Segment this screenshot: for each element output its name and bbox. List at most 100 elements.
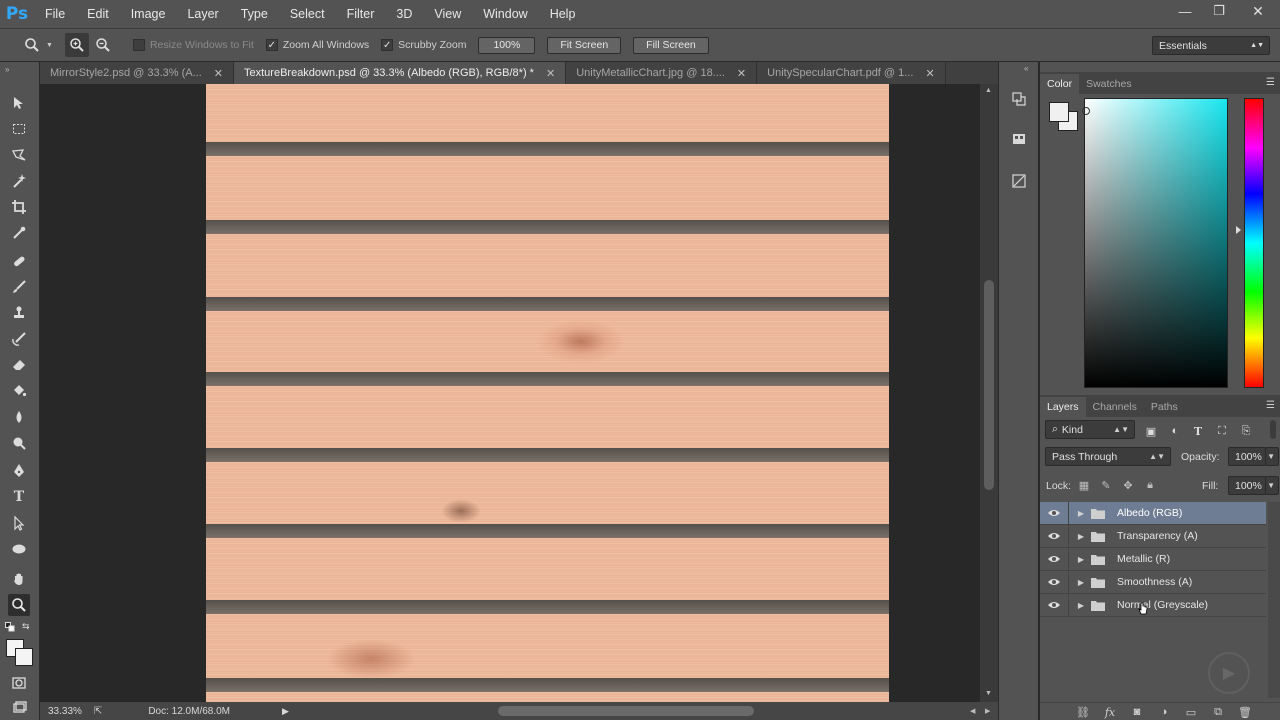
filter-smart-object-icon[interactable]: ⎘ [1238, 423, 1254, 439]
lock-all-icon[interactable]: 🔒︎ [1142, 477, 1158, 493]
tab-swatches[interactable]: Swatches [1079, 74, 1139, 94]
scrubby-zoom-checkbox[interactable]: ✓ Scrubby Zoom [381, 39, 466, 51]
history-panel-icon[interactable] [1008, 88, 1030, 110]
export-icon[interactable]: ⇱ [94, 706, 102, 717]
workspace-select[interactable]: Essentials ▲▼ [1152, 36, 1270, 55]
filter-adjustment-icon[interactable]: ◐ [1167, 423, 1183, 439]
marquee-icon[interactable] [8, 118, 30, 140]
menu-image[interactable]: Image [120, 0, 177, 28]
new-layer-icon[interactable]: ⧉ [1210, 705, 1226, 719]
dodge-icon[interactable] [8, 432, 30, 454]
expand-arrow-icon[interactable]: ▶ [1073, 601, 1089, 610]
vertical-scrollbar[interactable]: ▲ ▼ [980, 84, 998, 702]
eye-icon[interactable] [1040, 531, 1068, 541]
color-field[interactable] [1082, 98, 1228, 388]
color-picker-ring[interactable] [1082, 107, 1090, 115]
tab-mirrorstyle[interactable]: MirrorStyle2.psd @ 33.3% (A... ✕ [40, 62, 234, 84]
zoom-tool-preset-icon[interactable] [20, 33, 44, 57]
filter-pixel-icon[interactable]: ▣ [1143, 423, 1159, 439]
new-group-icon[interactable]: ▭ [1183, 705, 1199, 719]
scroll-down-icon[interactable]: ▼ [985, 690, 992, 697]
blur-icon[interactable] [8, 406, 30, 428]
menu-select[interactable]: Select [279, 0, 336, 28]
filter-shape-icon[interactable]: ⛶ [1214, 423, 1230, 439]
tab-texturebreakdown[interactable]: TextureBreakdown.psd @ 33.3% (Albedo (RG… [234, 62, 567, 84]
expand-arrow-icon[interactable]: ▶ [1073, 578, 1089, 587]
eye-icon[interactable] [1040, 600, 1068, 610]
menu-filter[interactable]: Filter [336, 0, 386, 28]
move-icon[interactable] [8, 92, 30, 114]
adjustment-layer-icon[interactable]: ◑ [1156, 705, 1172, 719]
opacity-input[interactable]: 100% [1228, 447, 1266, 466]
close-button[interactable]: ✕ [1236, 0, 1280, 22]
screen-mode-icon[interactable] [8, 696, 30, 718]
eye-icon[interactable] [1040, 554, 1068, 564]
status-menu-arrow-icon[interactable]: ▶ [282, 706, 289, 717]
tab-channels[interactable]: Channels [1086, 397, 1144, 417]
chevron-down-icon[interactable]: ▼ [46, 42, 53, 49]
swap-colors-icon[interactable]: ⇆ [22, 621, 30, 632]
menu-file[interactable]: File [34, 0, 76, 28]
scroll-left-icon[interactable]: ◀ [970, 707, 975, 715]
hue-marker[interactable] [1236, 226, 1241, 234]
expand-arrow-icon[interactable]: ▶ [1073, 509, 1089, 518]
layer-group-albedo[interactable]: ▶ Albedo (RGB) [1040, 501, 1266, 525]
filter-type-icon[interactable]: T [1190, 423, 1206, 439]
restore-button[interactable]: ❐ [1202, 0, 1236, 22]
layer-group-metallic[interactable]: ▶ Metallic (R) [1040, 547, 1266, 571]
close-icon[interactable]: ✕ [546, 67, 555, 80]
menu-help[interactable]: Help [539, 0, 587, 28]
layer-mask-icon[interactable]: ◙ [1129, 705, 1145, 719]
close-icon[interactable]: ✕ [737, 67, 746, 80]
ellipse-icon[interactable] [8, 538, 30, 560]
panel-menu-icon[interactable]: ☰ [1266, 400, 1275, 411]
fx-icon[interactable]: fx [1102, 705, 1118, 719]
tab-color[interactable]: Color [1040, 74, 1080, 94]
fill-input[interactable]: 100% [1228, 476, 1266, 495]
zoom-out-icon[interactable] [91, 33, 115, 57]
tab-paths[interactable]: Paths [1144, 397, 1185, 417]
close-icon[interactable]: ✕ [214, 67, 223, 80]
quick-mask-icon[interactable] [8, 672, 30, 694]
menu-3d[interactable]: 3D [385, 0, 423, 28]
layer-group-normal[interactable]: ▶ Normal (Greyscale) [1040, 593, 1266, 617]
crop-icon[interactable] [8, 196, 30, 218]
pen-icon[interactable] [8, 460, 30, 482]
tab-layers[interactable]: Layers [1040, 397, 1086, 417]
opacity-dropdown[interactable]: ▼ [1265, 447, 1279, 466]
type-icon[interactable]: T [8, 486, 30, 508]
tab-unitymetallicchart[interactable]: UnityMetallicChart.jpg @ 18.... ✕ [566, 62, 758, 84]
tab-unityspecularchart[interactable]: UnitySpecularChart.pdf @ 1... ✕ [757, 62, 946, 84]
eye-icon[interactable] [1040, 577, 1068, 587]
fill-screen-button[interactable]: Fill Screen [633, 36, 709, 54]
panel-menu-icon[interactable]: ☰ [1266, 77, 1275, 88]
minimize-button[interactable]: — [1168, 0, 1202, 22]
expand-arrow-icon[interactable]: ▶ [1073, 532, 1089, 541]
close-icon[interactable]: ✕ [925, 67, 934, 80]
fit-screen-button[interactable]: Fit Screen [547, 36, 622, 54]
resize-windows-checkbox[interactable]: Resize Windows to Fit [132, 39, 254, 51]
menu-window[interactable]: Window [472, 0, 538, 28]
link-layers-icon[interactable]: ⛓ [1075, 705, 1091, 719]
magic-wand-icon[interactable] [8, 170, 30, 192]
scroll-up-icon[interactable]: ▲ [985, 87, 992, 94]
filter-toggle[interactable] [1270, 420, 1276, 439]
expand-panels-icon[interactable]: « [1024, 64, 1028, 73]
expand-arrow-icon[interactable]: ▶ [1073, 555, 1089, 564]
eraser-icon[interactable] [8, 354, 30, 376]
menu-layer[interactable]: Layer [176, 0, 229, 28]
background-color-swatch[interactable] [15, 648, 33, 666]
vertical-scroll-thumb[interactable] [984, 280, 994, 490]
zoom-level[interactable]: 33.33% [48, 706, 82, 717]
zoom-in-icon[interactable] [64, 33, 89, 57]
menu-edit[interactable]: Edit [76, 0, 120, 28]
lock-position-icon[interactable]: ✥ [1120, 477, 1136, 493]
color-foreground-swatch[interactable] [1049, 102, 1069, 122]
canvas-area[interactable] [40, 84, 980, 702]
default-colors-icon[interactable] [5, 622, 15, 632]
lasso-icon[interactable] [8, 144, 30, 166]
hand-icon[interactable] [8, 568, 30, 590]
collapse-arrows-icon[interactable]: » [5, 65, 9, 74]
horizontal-scroll-thumb[interactable] [498, 706, 754, 716]
layer-filter-select[interactable]: ⌕ Kind ▲▼ [1045, 420, 1135, 439]
